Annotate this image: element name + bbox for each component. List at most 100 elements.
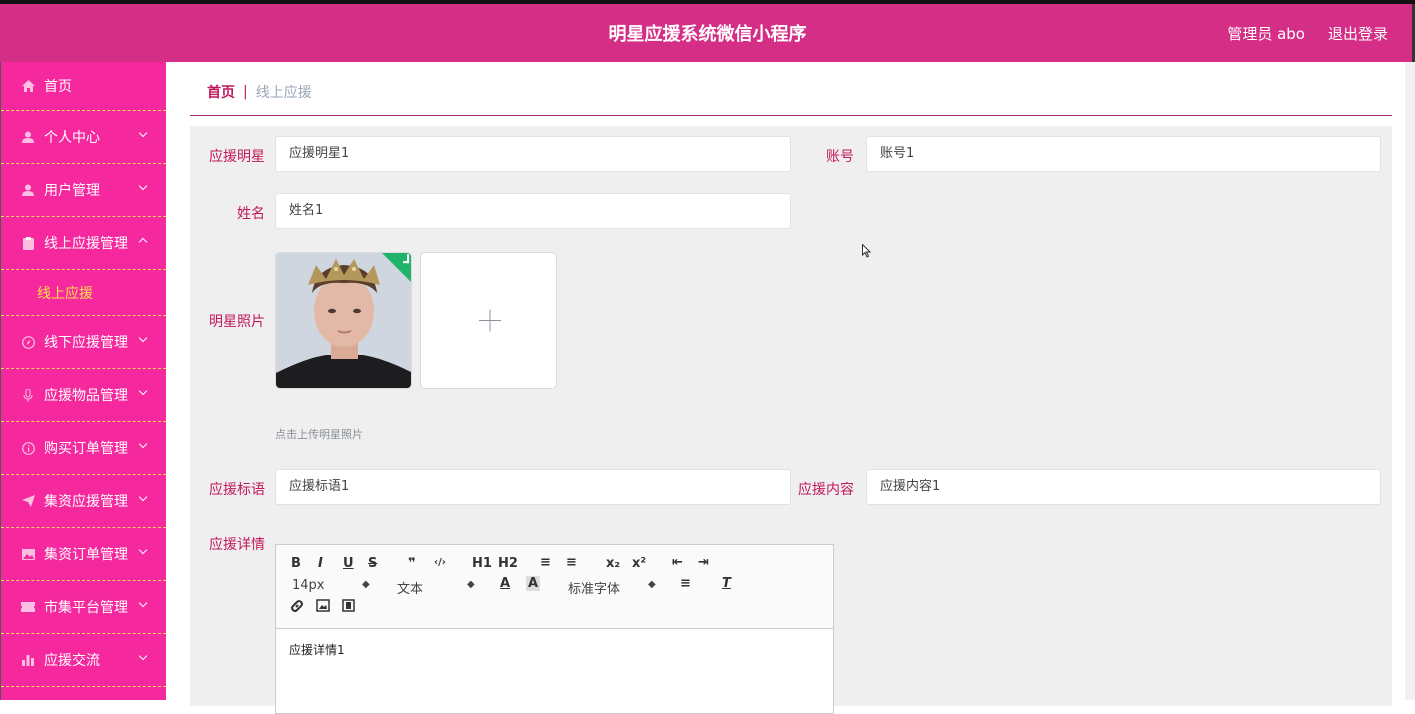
sidebar-item-label: 集资应援管理 xyxy=(44,494,128,510)
top-bar: 明星应援系统微信小程序 管理员 abo 退出登录 xyxy=(0,0,1415,62)
blockquote-button[interactable]: ❞ xyxy=(408,556,416,571)
font-family-select[interactable]: 标准字体 ◆ xyxy=(568,578,658,597)
breadcrumb-separator: | xyxy=(243,83,248,100)
photo-label: 明星照片 xyxy=(209,314,265,330)
header-value: 文本 xyxy=(397,582,424,597)
sidebar-item-support-goods-management[interactable]: 应援物品管理 xyxy=(1,369,166,422)
upload-photo-button[interactable] xyxy=(420,252,557,389)
chevron-down-icon xyxy=(140,388,148,396)
sidebar-item-fundraising-support-management[interactable]: 集资应援管理 xyxy=(1,475,166,528)
user-icon xyxy=(21,130,35,144)
sidebar-item-home[interactable]: 首页 xyxy=(1,62,166,111)
video-icon xyxy=(342,599,355,612)
photo-upload-hint: 点击上传明星照片 xyxy=(275,428,363,441)
image-icon xyxy=(316,599,330,612)
support-form: 应援明星 应援明星1 账号 账号1 姓名 姓名1 明星照片 点击上传明星照片 应… xyxy=(190,126,1392,714)
logout-button[interactable]: 退出登录 xyxy=(1328,23,1388,44)
mouse-cursor-icon xyxy=(862,244,872,258)
star-photo[interactable] xyxy=(275,252,412,389)
header2-button[interactable]: H2 xyxy=(498,556,518,571)
main-content: 首页 | 线上应援 应援明星 应援明星1 账号 账号1 姓名 姓名1 明星照片 xyxy=(166,62,1415,714)
sidebar-item-support-exchange[interactable]: 应援交流 xyxy=(1,634,166,687)
sidebar-item-label: 首页 xyxy=(44,79,72,95)
bullet-list-button[interactable]: ≡ xyxy=(566,555,577,570)
superscript-button[interactable]: x² xyxy=(632,556,646,571)
editor-toolbar: B I U S ❞ ‹/› H1 H2 ≡ ≡ x₂ x² ⇤ ⇥ 14px ◆ xyxy=(276,545,833,629)
video-button[interactable] xyxy=(342,599,355,616)
sidebar-item-label: 购买订单管理 xyxy=(44,441,128,457)
sidebar-item-fundraising-order-management[interactable]: 集资订单管理 xyxy=(1,528,166,581)
background-color-button[interactable]: A xyxy=(526,576,541,591)
main-scrollbar[interactable] xyxy=(1405,62,1415,700)
sidebar-item-online-support-management[interactable]: 线上应援管理 xyxy=(1,217,166,270)
chevron-down-icon xyxy=(140,494,148,502)
chevron-down-icon xyxy=(140,600,148,608)
sidebar-subitem-online-support[interactable]: 线上应援 xyxy=(1,270,166,316)
outdent-button[interactable]: ⇤ xyxy=(672,555,683,570)
star-portrait-image xyxy=(276,253,411,388)
content-label: 应援内容 xyxy=(798,482,854,498)
sidebar-item-label: 用户管理 xyxy=(44,183,100,199)
underline-button[interactable]: U xyxy=(343,556,354,571)
font-size-select[interactable]: 14px ◆ xyxy=(292,578,372,593)
chevron-down-icon xyxy=(140,441,148,449)
sidebar-item-personal-center[interactable]: 个人中心 xyxy=(1,111,166,164)
indent-button[interactable]: ⇥ xyxy=(698,555,709,570)
select-arrow-icon: ◆ xyxy=(648,579,656,590)
ticket-icon xyxy=(21,600,35,614)
chevron-down-icon xyxy=(140,130,148,138)
sidebar-item-label: 线下应援管理 xyxy=(44,335,128,351)
sidebar-item-label: 应援物品管理 xyxy=(44,388,128,404)
sidebar: 首页 个人中心 用户管理 线上应援管理 线上应援 线下应援管理 应援物品管理 购… xyxy=(0,62,166,700)
clipboard-icon xyxy=(21,236,35,250)
name-input[interactable]: 姓名1 xyxy=(275,193,791,229)
header-select[interactable]: 文本 ◆ xyxy=(397,578,477,597)
send-icon xyxy=(21,494,35,508)
chevron-up-icon xyxy=(140,236,148,244)
select-arrow-icon: ◆ xyxy=(362,579,370,590)
header1-button[interactable]: H1 xyxy=(472,556,492,571)
sidebar-item-user-management[interactable]: 用户管理 xyxy=(1,164,166,217)
account-label: 账号 xyxy=(826,149,854,165)
name-label: 姓名 xyxy=(237,206,265,222)
breadcrumb-home[interactable]: 首页 xyxy=(207,82,235,102)
star-label: 应援明星 xyxy=(209,149,265,165)
code-block-button[interactable]: ‹/› xyxy=(434,557,446,568)
italic-button[interactable]: I xyxy=(318,556,323,571)
strike-button[interactable]: S xyxy=(368,556,377,571)
sidebar-item-market-platform-management[interactable]: 市集平台管理 xyxy=(1,581,166,634)
clean-format-button[interactable]: T xyxy=(722,576,731,591)
chevron-down-icon xyxy=(140,335,148,343)
breadcrumb-current: 线上应援 xyxy=(255,84,312,101)
subscript-button[interactable]: x₂ xyxy=(606,556,620,571)
info-circle-icon xyxy=(21,441,35,455)
font-color-button[interactable]: A xyxy=(500,576,510,591)
ordered-list-button[interactable]: ≡ xyxy=(540,555,551,570)
sidebar-item-label: 集资订单管理 xyxy=(44,547,128,563)
sidebar-item-purchase-order-management[interactable]: 购买订单管理 xyxy=(1,422,166,475)
slogan-input[interactable]: 应援标语1 xyxy=(275,469,791,505)
home-icon xyxy=(21,79,35,93)
align-button[interactable]: ≡ xyxy=(680,576,691,591)
link-button[interactable] xyxy=(290,599,304,617)
app-title: 明星应援系统微信小程序 xyxy=(608,24,807,45)
sidebar-item-label: 市集平台管理 xyxy=(44,600,128,616)
editor-content[interactable]: 应援详情1 xyxy=(276,629,833,670)
bold-button[interactable]: B xyxy=(291,556,301,571)
star-input[interactable]: 应援明星1 xyxy=(275,136,791,172)
chevron-down-icon xyxy=(140,547,148,555)
compass-icon xyxy=(21,335,35,349)
picture-icon xyxy=(21,547,35,561)
user-icon xyxy=(21,183,35,197)
detail-label: 应援详情 xyxy=(209,537,265,553)
slogan-label: 应援标语 xyxy=(209,482,265,498)
breadcrumb: 首页 | 线上应援 xyxy=(190,68,1392,116)
content-input[interactable]: 应援内容1 xyxy=(866,469,1381,505)
sidebar-item-offline-support-management[interactable]: 线下应援管理 xyxy=(1,316,166,369)
link-icon xyxy=(291,600,303,612)
rich-text-editor[interactable]: B I U S ❞ ‹/› H1 H2 ≡ ≡ x₂ x² ⇤ ⇥ 14px ◆ xyxy=(275,544,834,714)
account-input[interactable]: 账号1 xyxy=(866,136,1381,172)
admin-label: 管理员 abo xyxy=(1227,25,1305,43)
sidebar-item-label: 线上应援管理 xyxy=(44,236,128,252)
image-button[interactable] xyxy=(316,599,330,616)
